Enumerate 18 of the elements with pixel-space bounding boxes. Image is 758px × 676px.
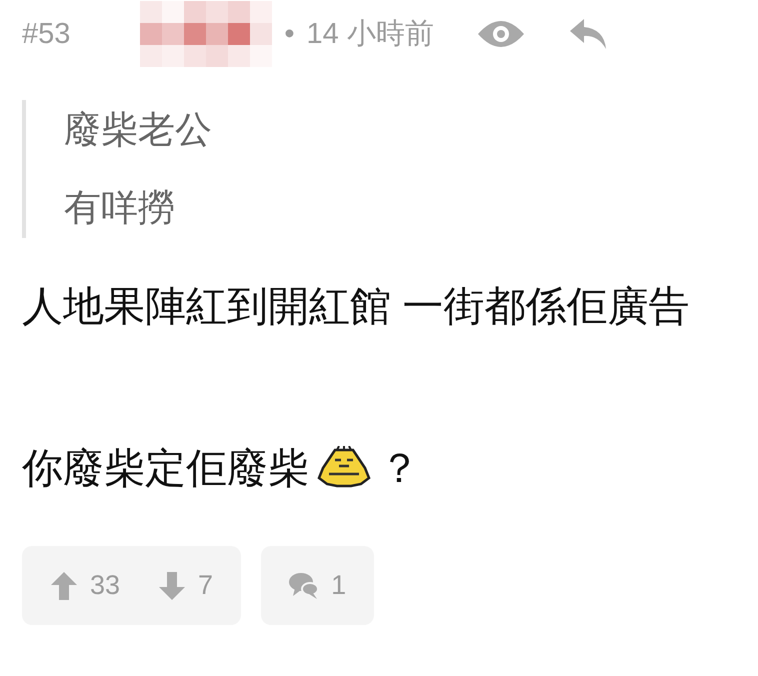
reply-icon[interactable] (568, 17, 608, 51)
post-text: ？ (379, 444, 420, 493)
quote-text: 廢柴老公 (64, 108, 213, 152)
upvote-count: 33 (90, 570, 120, 601)
downvote-count: 7 (198, 570, 214, 601)
post-text: 人地果陣紅到開紅館 一街都係佢廣告 (22, 282, 690, 331)
comment-count: 1 (331, 570, 346, 601)
speech-bubbles-icon (289, 572, 320, 600)
view-icon[interactable] (476, 18, 526, 50)
quote-text: 有咩撈 (64, 186, 176, 230)
upvote-icon[interactable] (50, 570, 78, 600)
post-number: #53 (22, 18, 70, 50)
emoticon-icon (317, 446, 371, 490)
separator-dot: • (284, 18, 295, 50)
comment-button[interactable]: 1 (261, 546, 374, 625)
post-text: 你廢柴定佢廢柴 (22, 444, 309, 493)
downvote-icon[interactable] (158, 570, 186, 600)
post-time: 14 小時前 (306, 17, 434, 52)
